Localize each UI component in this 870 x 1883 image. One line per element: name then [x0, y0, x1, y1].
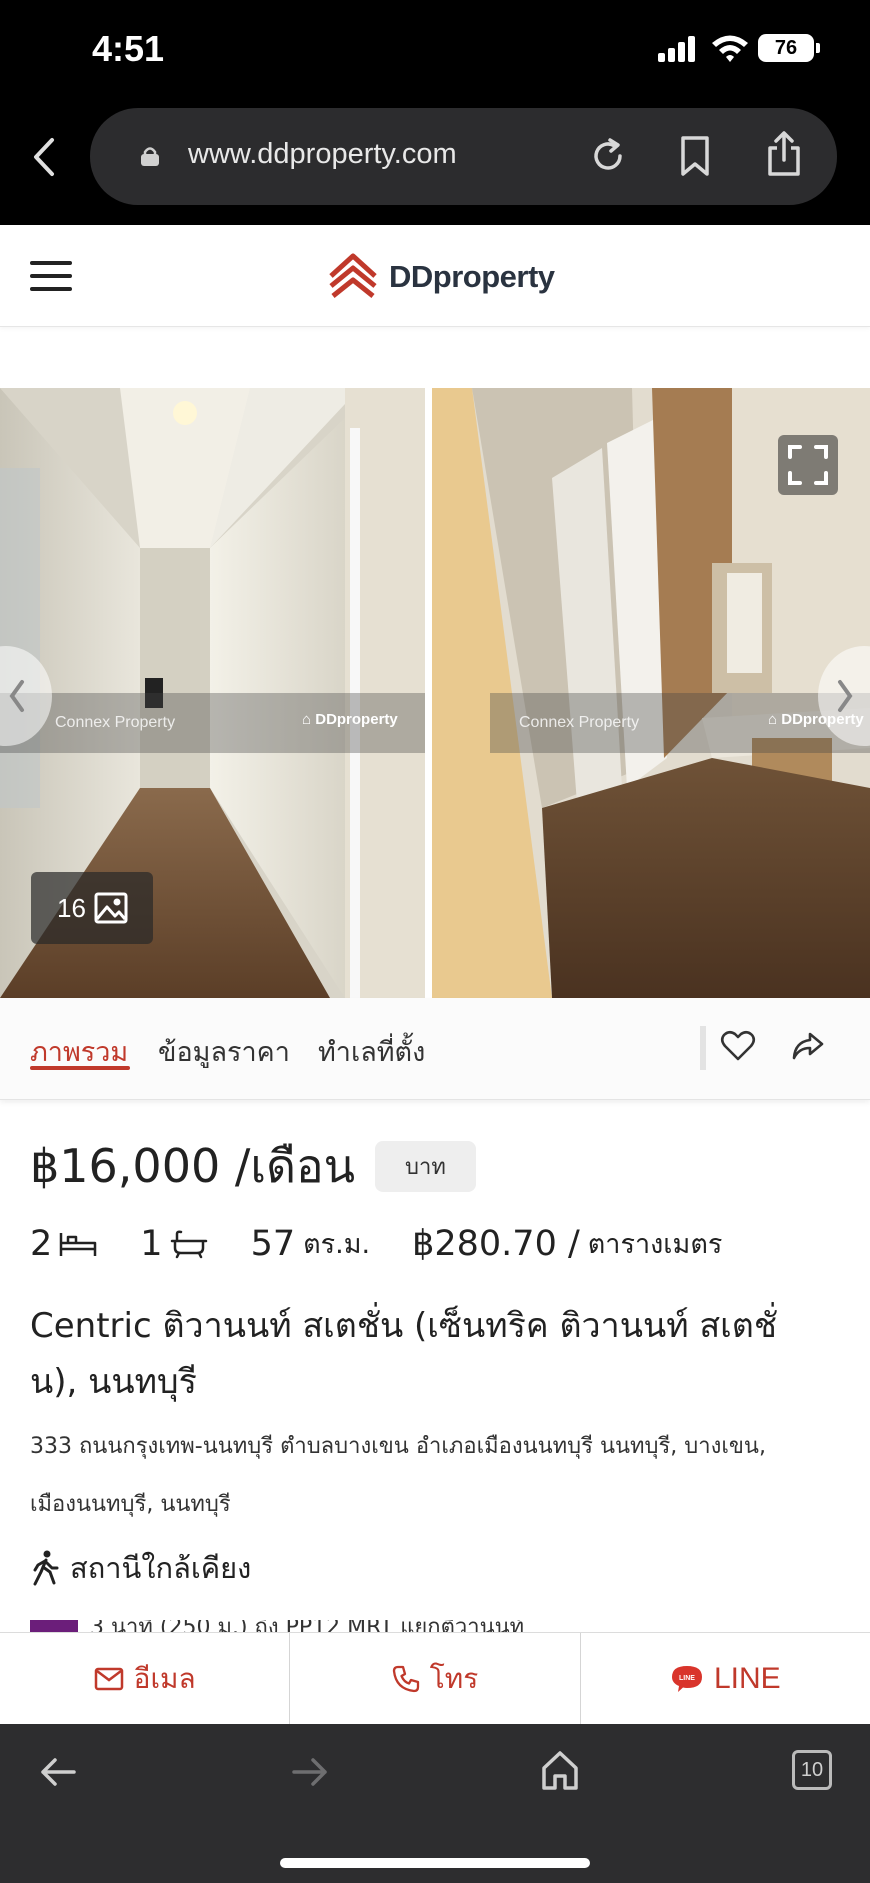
share-icon[interactable] — [764, 130, 804, 178]
reload-icon[interactable] — [588, 136, 628, 176]
email-button[interactable]: อีเมล — [0, 1633, 291, 1724]
station-text: 3 นาที (250 ม.) ถึง PP12 MRT แยกติวานนท์ — [90, 1620, 524, 1632]
home-indicator — [280, 1858, 590, 1868]
fullscreen-button[interactable] — [778, 435, 838, 495]
active-tab-underline — [30, 1066, 130, 1070]
gallery-next-button[interactable] — [818, 646, 870, 746]
watermark-agency-1: Connex Property — [55, 714, 176, 731]
tab-divider — [700, 1026, 706, 1070]
browser-back-chevron-icon[interactable] — [26, 134, 62, 180]
envelope-icon — [94, 1667, 123, 1690]
call-button[interactable]: โทร — [290, 1633, 581, 1724]
listing-title: Centric ติวานนท์ สเตชั่น (เซ็นทริค ติวาน… — [30, 1306, 777, 1402]
line-chat-icon: LINE — [671, 1665, 702, 1692]
ddproperty-logo[interactable]: DDproperty — [325, 249, 555, 305]
email-label: อีเมล — [133, 1661, 196, 1695]
price-per-sqm-spec: ฿280.70 / ตารางเมตร — [412, 1222, 722, 1265]
area-unit: ตร.ม. — [303, 1229, 371, 1260]
ddproperty-logo-icon — [329, 253, 377, 298]
chevron-left-icon — [9, 680, 24, 712]
price-per-sqm-unit: ตารางเมตร — [587, 1229, 723, 1260]
menu-hamburger-icon[interactable] — [30, 261, 72, 293]
browser-chrome: 4:51 76 www.ddproperty.com — [0, 0, 870, 225]
bathrooms-count: 1 — [140, 1223, 163, 1264]
bedrooms-spec: 2 — [30, 1224, 98, 1264]
rent-price: ฿16,000 /เดือน — [30, 1139, 356, 1193]
walking-person-icon — [33, 1550, 59, 1586]
photo-gallery[interactable]: Connex Property ⌂ DDproperty Connex Prop… — [0, 388, 870, 998]
url-text[interactable]: www.ddproperty.com — [188, 138, 457, 171]
price-per-sqm: ฿280.70 / — [412, 1223, 580, 1264]
watermark-site-1-text: DDproperty — [315, 711, 398, 728]
price-row: ฿16,000 /เดือน บาท — [30, 1130, 476, 1203]
watermark-site-1: ⌂ DDproperty — [302, 711, 398, 728]
contact-action-bar: อีเมล โทร LINE LINE — [0, 1632, 870, 1724]
svg-text:LINE: LINE — [679, 1675, 695, 1682]
line-label: LINE — [713, 1661, 781, 1695]
wifi-icon — [712, 35, 748, 62]
area-value: 57 — [250, 1223, 296, 1264]
area-spec: 57 ตร.ม. — [251, 1222, 371, 1265]
photo-count-text: 16 — [57, 892, 86, 923]
line-button[interactable]: LINE LINE — [581, 1633, 870, 1724]
bed-icon — [60, 1232, 97, 1256]
battery-indicator: 76 — [758, 34, 820, 62]
logo-text: DDproperty — [389, 259, 555, 294]
nearby-heading-text: สถานีใกล้เคียง — [70, 1551, 252, 1585]
tab-location[interactable]: ทำเลที่ตั้ง — [318, 1030, 425, 1073]
mrt-line-badge — [30, 1620, 78, 1632]
address-bar[interactable]: www.ddproperty.com — [90, 108, 837, 205]
forward-arrow-icon[interactable] — [290, 1752, 330, 1792]
nearby-stations-heading: สถานีใกล้เคียง — [30, 1545, 251, 1591]
gallery-prev-button[interactable] — [0, 646, 52, 746]
bookmark-icon[interactable] — [677, 134, 713, 178]
tabs-count-button[interactable]: 10 — [792, 1750, 832, 1790]
lock-icon — [141, 147, 159, 166]
back-arrow-icon[interactable] — [38, 1752, 78, 1792]
chevron-right-icon — [838, 680, 853, 712]
currency-selector[interactable]: บาท — [375, 1141, 476, 1192]
section-tabs: ภาพรวม ข้อมูลราคา ทำเลที่ตั้ง — [0, 998, 870, 1100]
watermark-agency-2: Connex Property — [519, 714, 640, 731]
station-item: 3 นาที (250 ม.) ถึง PP12 MRT แยกติวานนท์ — [30, 1620, 524, 1632]
heart-icon[interactable] — [720, 1028, 756, 1064]
photo-count-badge[interactable]: 16 — [31, 872, 153, 944]
browser-toolbar: 10 — [0, 1724, 870, 1883]
image-icon — [94, 892, 128, 924]
bathrooms-spec: 1 — [140, 1224, 208, 1264]
status-time: 4:51 — [92, 28, 165, 69]
phone-icon — [392, 1665, 419, 1692]
bedrooms-count: 2 — [30, 1223, 53, 1264]
listing-address: 333 ถนนกรุงเทพ-นนทบุรี ตำบลบางเขน อำเภอเ… — [30, 1434, 766, 1517]
property-specs: 2 1 57 ตร.ม. ฿280.70 / ตารางเมตร — [30, 1222, 764, 1265]
cellular-signal-icon — [658, 34, 698, 62]
call-label: โทร — [429, 1661, 479, 1695]
bathtub-icon — [170, 1230, 207, 1258]
expand-icon — [788, 445, 828, 485]
tab-price-info[interactable]: ข้อมูลราคา — [158, 1030, 290, 1073]
site-header: DDproperty — [0, 225, 870, 327]
share-arrow-icon[interactable] — [790, 1028, 826, 1064]
home-icon[interactable] — [540, 1748, 580, 1792]
